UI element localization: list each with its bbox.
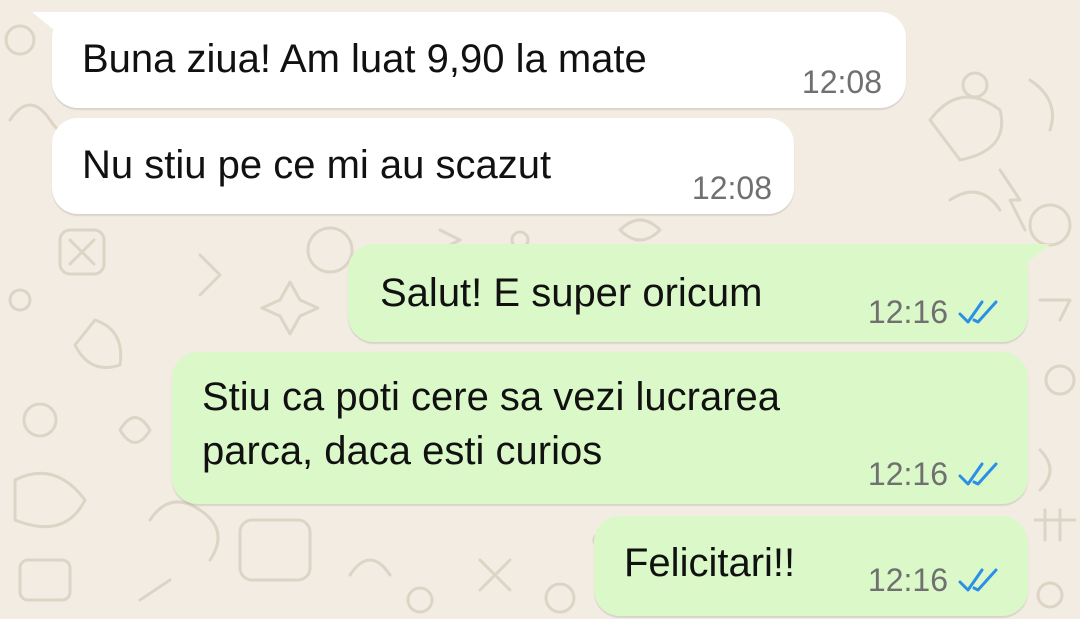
message-meta: 12:08 <box>692 170 772 206</box>
message-timestamp: 12:08 <box>801 64 882 100</box>
message-outgoing[interactable]: Felicitari!! 12:16 <box>594 516 1028 616</box>
message-timestamp: 12:08 <box>691 170 772 206</box>
message-text: Nu stiu pe ce mi au scazut <box>82 143 552 187</box>
chat-thread: Buna ziua! Am luat 9,90 la mate 12:08 Nu… <box>0 0 1080 619</box>
double-check-read-icon <box>958 462 998 486</box>
double-check-read-icon <box>958 300 998 324</box>
message-timestamp: 12:16 <box>867 562 948 598</box>
double-check-read-icon <box>958 568 998 592</box>
message-text: Buna ziua! Am luat 9,90 la mate <box>82 37 647 81</box>
message-incoming[interactable]: Nu stiu pe ce mi au scazut 12:08 <box>52 118 794 214</box>
bubble-tail <box>1006 244 1050 280</box>
message-timestamp: 12:16 <box>867 294 948 330</box>
message-text: Salut! E super oricum <box>380 271 763 315</box>
message-text: Felicitari!! <box>624 541 796 585</box>
message-meta: 12:16 <box>868 294 1002 330</box>
message-incoming[interactable]: Buna ziua! Am luat 9,90 la mate 12:08 <box>32 12 906 108</box>
message-meta: 12:08 <box>802 64 882 100</box>
message-meta: 12:16 <box>868 562 1002 598</box>
message-outgoing[interactable]: Stiu ca poti cere sa vezi lucrarea parca… <box>172 352 1028 504</box>
message-text: Stiu ca poti cere sa vezi lucrarea parca… <box>202 375 781 473</box>
message-timestamp: 12:16 <box>867 456 948 492</box>
message-meta: 12:16 <box>868 456 1002 492</box>
bubble-tail <box>32 12 76 48</box>
message-outgoing[interactable]: Salut! E super oricum 12:16 <box>348 244 1050 342</box>
